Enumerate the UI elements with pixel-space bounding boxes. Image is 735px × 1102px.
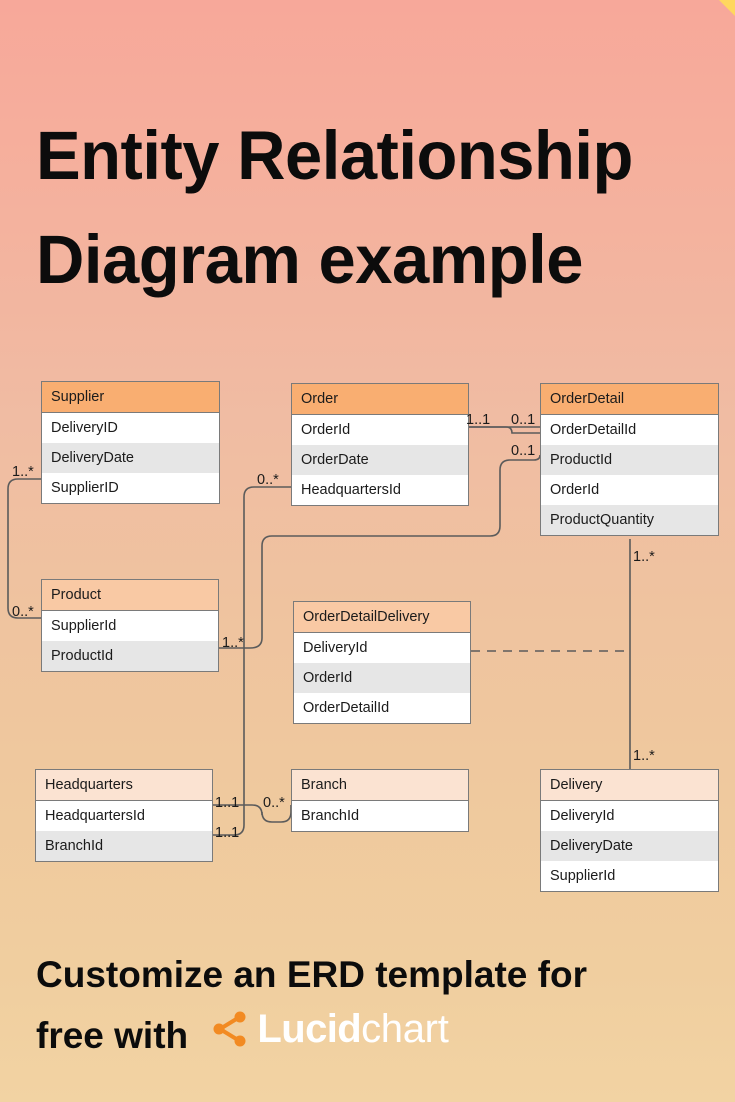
entity-attribute: ProductId (541, 445, 718, 475)
entity-attribute: SupplierId (541, 861, 718, 891)
logo-text-lucid: Lucid (257, 1007, 362, 1051)
lucidchart-logo-mark (213, 1011, 246, 1047)
entity-attribute: ProductId (42, 641, 218, 671)
entity-attribute: BranchId (36, 831, 212, 861)
entity-header-supplier: Supplier (42, 382, 219, 413)
entity-attribute: DeliveryDate (541, 831, 718, 861)
cardinality-headquarters-right-1: 1..1 (215, 795, 240, 811)
entity-header-order: Order (292, 384, 468, 415)
poster-canvas: Entity Relationship Diagram example Supp… (0, 0, 735, 1102)
entity-attribute: DeliveryDate (42, 443, 219, 473)
entity-header-delivery: Delivery (541, 770, 718, 801)
entity-header-branch: Branch (292, 770, 468, 801)
cardinality-product-left: 0..* (12, 604, 34, 620)
cardinality-branch-left: 0..* (263, 795, 285, 811)
entity-attribute: OrderDate (292, 445, 468, 475)
cardinality-order-left: 0..* (257, 472, 279, 488)
entity-attribute: OrderDetailId (541, 415, 718, 445)
erd-connector-layer (7, 426, 631, 836)
logo-text-chart: chart (361, 1007, 449, 1051)
entity-headquarters[interactable]: Headquarters HeadquartersId BranchId (35, 769, 213, 862)
entity-attribute: ProductQuantity (541, 505, 718, 535)
entity-product[interactable]: Product SupplierId ProductId (41, 579, 219, 672)
cardinality-headquarters-right-2: 1..1 (215, 825, 240, 841)
entity-attribute: HeadquartersId (292, 475, 468, 505)
cardinality-delivery-top: 1..* (633, 748, 655, 764)
entity-attribute: DeliveryId (541, 801, 718, 831)
entity-attribute: OrderDetailId (294, 693, 470, 723)
entity-order[interactable]: Order OrderId OrderDate HeadquartersId (291, 383, 469, 506)
entity-attribute: SupplierID (42, 473, 219, 503)
entity-header-orderdetail: OrderDetail (541, 384, 718, 415)
connector-order-headquarters (213, 486, 291, 836)
entity-header-orderdetaildelivery: OrderDetailDelivery (294, 602, 470, 633)
entity-header-headquarters: Headquarters (36, 770, 212, 801)
lucidchart-logo-text: Lucidchart (257, 1007, 448, 1051)
entity-header-product: Product (42, 580, 218, 611)
entity-delivery[interactable]: Delivery DeliveryId DeliveryDate SupplierId (540, 769, 719, 892)
entity-attribute: OrderId (292, 415, 468, 445)
entity-attribute: HeadquartersId (36, 801, 212, 831)
entity-attribute: DeliveryID (42, 413, 219, 443)
footer-line-2: free with Lucidchart (36, 1005, 726, 1066)
entity-attribute: OrderId (294, 663, 470, 693)
footer-line-2-text: free with (36, 1015, 189, 1056)
entity-attribute: BranchId (292, 801, 468, 831)
footer-cta: Customize an ERD template for free with … (36, 944, 726, 1066)
cardinality-supplier-left: 1..* (12, 464, 34, 480)
erd-diagram: Supplier DeliveryID DeliveryDate SupplierID… (0, 0, 735, 1102)
cardinality-orderdetail-left-bot: 0..1 (511, 443, 536, 459)
cardinality-orderdetail-left-top: 0..1 (511, 412, 536, 428)
cardinality-order-right: 1..1 (466, 412, 491, 428)
entity-supplier[interactable]: Supplier DeliveryID DeliveryDate SupplierID (41, 381, 220, 504)
cardinality-product-right: 1..* (222, 635, 244, 651)
connector-supplier-product (7, 478, 41, 619)
entity-orderdetaildelivery[interactable]: OrderDetailDelivery DeliveryId OrderId Orde… (293, 601, 471, 724)
cardinality-orderdetail-bottom: 1..* (633, 549, 655, 565)
entity-branch[interactable]: Branch BranchId (291, 769, 469, 832)
entity-orderdetail[interactable]: OrderDetail OrderDetailId ProductId OrderId… (540, 383, 719, 536)
footer-line-1: Customize an ERD template for (36, 954, 587, 995)
lucidchart-logo: Lucidchart (212, 1007, 449, 1051)
entity-attribute: SupplierId (42, 611, 218, 641)
entity-attribute: OrderId (541, 475, 718, 505)
entity-attribute: DeliveryId (294, 633, 470, 663)
